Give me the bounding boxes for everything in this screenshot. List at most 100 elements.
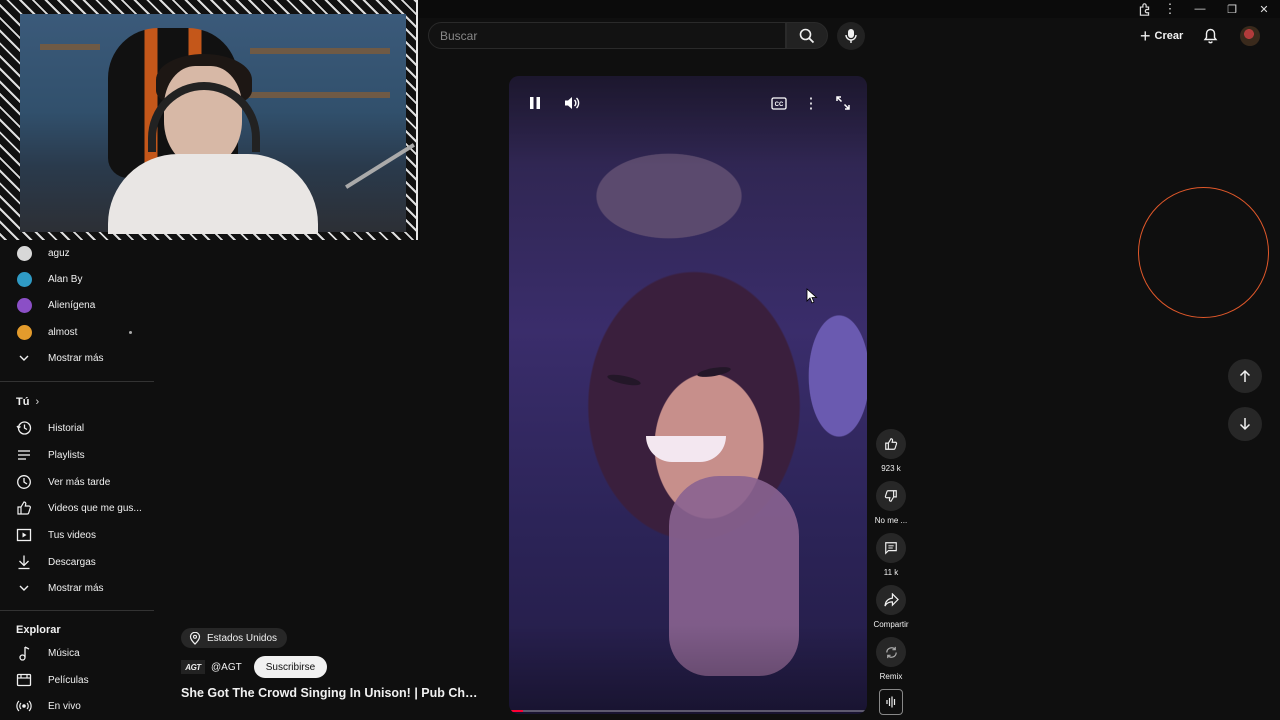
pause-button[interactable] xyxy=(524,92,546,114)
divider xyxy=(0,610,154,611)
video-progress-fill xyxy=(509,710,524,712)
thumbs-down-icon xyxy=(884,490,897,502)
you-show-more[interactable]: Mostrar más xyxy=(0,575,154,601)
sidebar-item-your-videos[interactable]: Tus videos xyxy=(0,522,154,548)
channel-avatar xyxy=(16,297,32,313)
channel-avatar xyxy=(16,324,32,340)
music-icon xyxy=(16,645,32,661)
sidebar-item-live[interactable]: En vivo xyxy=(0,693,154,719)
channel-handle[interactable]: @AGT xyxy=(211,662,242,673)
you-heading-label: Tú xyxy=(16,396,30,408)
remix-label: Remix xyxy=(879,672,903,681)
channel-avatar xyxy=(16,245,32,261)
close-icon[interactable]: ✕ xyxy=(1248,0,1280,18)
location-label: Estados Unidos xyxy=(207,632,278,644)
your-videos-icon xyxy=(16,527,32,543)
pause-icon xyxy=(530,97,540,109)
fullscreen-icon xyxy=(836,96,850,110)
thumbs-up-icon xyxy=(885,438,898,450)
account-avatar[interactable] xyxy=(1240,26,1260,46)
window-controls: — ❐ ✕ xyxy=(1184,0,1280,18)
subscription-item[interactable]: Alienígena xyxy=(0,292,154,318)
live-icon xyxy=(16,698,32,714)
search-input[interactable] xyxy=(429,23,785,48)
remix-icon xyxy=(885,646,897,658)
location-pin-icon xyxy=(189,631,201,645)
like-count: 923 k xyxy=(881,464,901,473)
channel-logo[interactable]: AGT xyxy=(181,660,205,674)
explore-heading: Explorar xyxy=(16,624,61,636)
fullscreen-button[interactable] xyxy=(832,92,854,114)
previous-short-button[interactable] xyxy=(1228,359,1262,393)
sidebar-item-label: En vivo xyxy=(48,700,81,712)
subscription-label: Alienígena xyxy=(48,299,96,311)
subscription-item[interactable]: almost xyxy=(0,319,154,345)
browser-menu-icon[interactable]: ⋮ xyxy=(1162,1,1178,17)
sidebar-item-history[interactable]: Historial xyxy=(0,415,154,441)
volume-icon xyxy=(565,97,580,109)
you-section-heading[interactable]: Tú › xyxy=(16,396,39,408)
microphone-icon xyxy=(845,29,857,43)
search-button[interactable] xyxy=(786,22,828,49)
subscriptions-show-more[interactable]: Mostrar más xyxy=(0,345,154,371)
sidebar-item-movies[interactable]: Películas xyxy=(0,667,154,693)
notifications-button[interactable] xyxy=(1200,26,1220,46)
watch-later-icon xyxy=(16,474,32,490)
sidebar-item-watch-later[interactable]: Ver más tarde xyxy=(0,469,154,495)
chevron-right-icon: › xyxy=(35,396,40,408)
new-content-dot xyxy=(129,330,132,334)
create-label: Crear xyxy=(1154,30,1184,42)
like-button[interactable] xyxy=(876,429,906,459)
create-button[interactable]: + Crear xyxy=(1132,23,1191,49)
svg-text:CC: CC xyxy=(775,102,784,108)
sidebar-item-label: Ver más tarde xyxy=(48,476,111,488)
share-icon xyxy=(883,593,899,607)
share-button[interactable] xyxy=(876,585,906,615)
playlists-icon xyxy=(16,447,32,463)
comments-action[interactable]: 11 k xyxy=(872,533,910,577)
voice-search-button[interactable] xyxy=(837,22,865,50)
short-video-player[interactable]: CC ⋮ xyxy=(509,76,867,714)
arrow-up-icon xyxy=(1239,369,1251,382)
sidebar-item-downloads[interactable]: Descargas xyxy=(0,549,154,575)
search-icon xyxy=(799,28,815,43)
subscription-item[interactable]: aguz xyxy=(0,240,154,266)
sidebar-item-liked-videos[interactable]: Videos que me gus... xyxy=(0,495,154,521)
sidebar-item-music[interactable]: Música xyxy=(0,640,154,666)
chevron-down-icon xyxy=(16,580,32,596)
video-title[interactable]: She Got The Crowd Singing In Unison! | P… xyxy=(181,686,481,700)
captions-button[interactable]: CC xyxy=(768,92,790,114)
history-icon xyxy=(16,420,32,436)
like-action[interactable]: 923 k xyxy=(872,429,910,473)
sound-thumbnail[interactable] xyxy=(879,689,903,715)
subscribe-button[interactable]: Suscribirse xyxy=(253,656,328,678)
downloads-icon xyxy=(16,554,32,570)
captions-icon: CC xyxy=(771,96,787,110)
remix-button[interactable] xyxy=(876,637,906,667)
comments-button[interactable] xyxy=(876,533,906,563)
divider xyxy=(0,381,154,382)
subscription-item[interactable]: Alan By xyxy=(0,266,154,292)
share-action[interactable]: Compartir xyxy=(872,585,910,629)
video-progress-bar[interactable] xyxy=(509,710,867,712)
more-options-icon[interactable]: ⋮ xyxy=(800,92,822,114)
volume-button[interactable] xyxy=(561,92,583,114)
subscription-label: aguz xyxy=(48,247,70,259)
search-box xyxy=(428,22,786,49)
dislike-action[interactable]: No me ... xyxy=(872,481,910,525)
minimize-icon[interactable]: — xyxy=(1184,0,1216,18)
dislike-label: No me ... xyxy=(874,516,908,525)
dislike-button[interactable] xyxy=(876,481,906,511)
movies-icon xyxy=(16,672,32,688)
liked-videos-icon xyxy=(16,500,32,516)
remix-action[interactable]: Remix xyxy=(872,637,910,681)
extensions-icon[interactable] xyxy=(1136,1,1152,17)
next-short-button[interactable] xyxy=(1228,407,1262,441)
restore-icon[interactable]: ❐ xyxy=(1216,0,1248,18)
highlight-circle-overlay xyxy=(1138,187,1269,318)
sidebar-item-label: Películas xyxy=(48,674,89,686)
location-chip[interactable]: Estados Unidos xyxy=(181,628,288,648)
arrow-down-icon xyxy=(1239,418,1251,431)
subscription-label: almost xyxy=(48,326,78,338)
sidebar-item-playlists[interactable]: Playlists xyxy=(0,442,154,468)
